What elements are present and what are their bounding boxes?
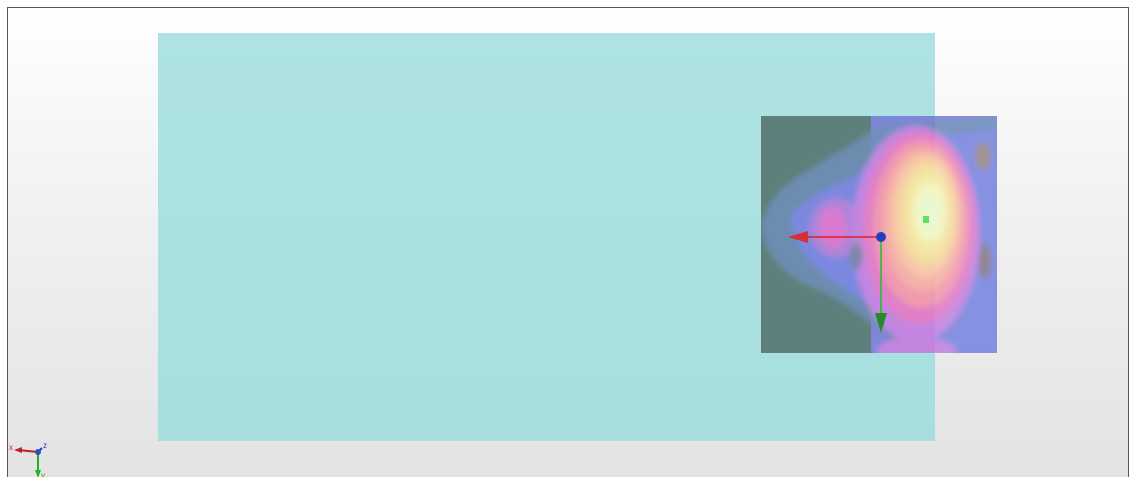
- triad-y-label: y: [41, 471, 45, 477]
- triad-z-label: z: [43, 441, 47, 450]
- gizmo-center-handle[interactable]: [876, 232, 886, 242]
- 3d-viewport[interactable]: x y z: [7, 7, 1129, 477]
- triad-x-label: x: [9, 443, 13, 452]
- axis-orientation-icon: x y z: [8, 438, 52, 477]
